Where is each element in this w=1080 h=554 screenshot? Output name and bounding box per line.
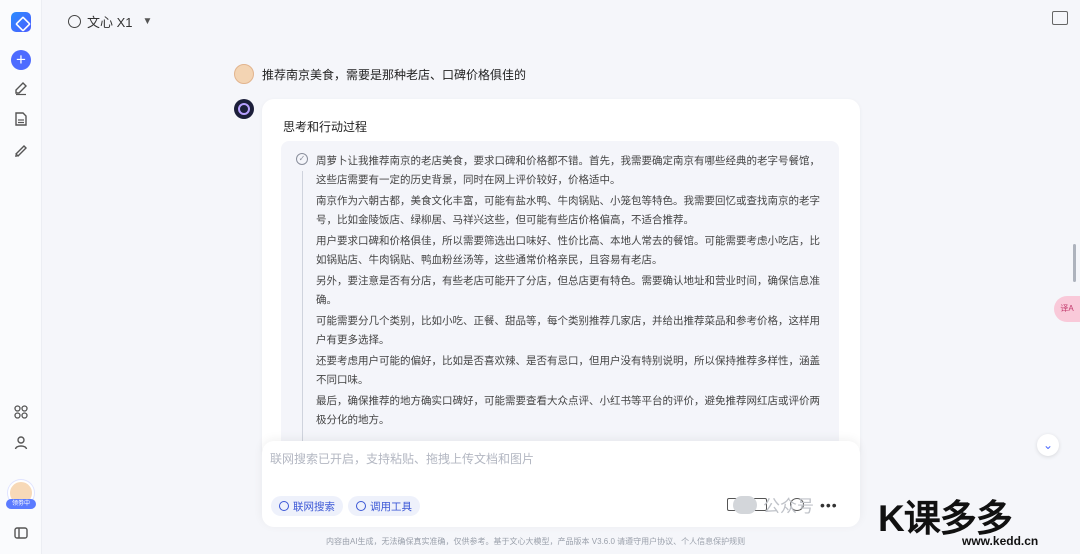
- model-icon: [68, 15, 81, 28]
- user-message-text: 推荐南京美食，需要是那种老店、口碑价格俱佳的: [262, 67, 527, 82]
- thinking-paragraph: 另外，要注意是否有分店，有些老店可能开了分店，但总店更有特色。需要确认地址和营业…: [316, 275, 820, 306]
- new-chat-plus-icon[interactable]: +: [11, 50, 31, 70]
- more-icon[interactable]: •••: [820, 497, 838, 513]
- web-search-label: 联网搜索: [293, 500, 335, 513]
- document-icon[interactable]: [11, 109, 31, 129]
- model-selector[interactable]: 文心 X1 ▼: [68, 12, 152, 31]
- thinking-paragraph: 还要考虑用户可能的偏好，比如是否喜欢辣、是否有忌口，但用户没有特别说明，所以保持…: [316, 355, 820, 386]
- app-logo-icon[interactable]: [11, 12, 31, 32]
- wechat-watermark: 公众号: [733, 492, 814, 517]
- apps-grid-icon[interactable]: [11, 402, 31, 422]
- wechat-icon: [733, 495, 757, 514]
- scroll-down-button[interactable]: ⌄: [1037, 434, 1059, 456]
- tool-icon: [356, 501, 366, 511]
- answer-card: 思考和行动过程 ✓ 周萝卜让我推荐南京的老店美食，要求口碑和价格都不错。首先，我…: [262, 99, 860, 459]
- wechat-label: 公众号: [763, 497, 814, 516]
- thinking-paragraph: 最后，确保推荐的地方确实口碑好，可能需要查看大众点评、小红书等平台的评价，避免推…: [316, 395, 820, 426]
- left-sidebar: + 领劵中: [0, 0, 42, 554]
- brand-site: www.kedd.cn: [962, 534, 1039, 548]
- brand-k-logo-icon: K: [878, 498, 905, 539]
- check-circle-icon: ✓: [296, 153, 308, 165]
- brand-name: 课多多: [903, 498, 1013, 539]
- assistant-avatar: [234, 99, 254, 119]
- thinking-section-title[interactable]: 思考和行动过程: [283, 118, 367, 135]
- globe-icon: [279, 501, 289, 511]
- translate-icon[interactable]: 译A: [1054, 296, 1080, 322]
- web-search-toggle[interactable]: 联网搜索: [271, 496, 343, 516]
- thinking-paragraphs: 周萝卜让我推荐南京的老店美食，要求口碑和价格都不错。首先，我需要确定南京有哪些经…: [316, 152, 826, 432]
- tools-label: 调用工具: [370, 500, 412, 513]
- thinking-paragraph: 可能需要分几个类别，比如小吃、正餐、甜品等，每个类别推荐几家店，并给出推荐菜品和…: [316, 315, 820, 346]
- thinking-panel: ✓ 周萝卜让我推荐南京的老店美食，要求口碑和价格都不错。首先，我需要确定南京有哪…: [281, 141, 839, 459]
- model-name: 文心 X1: [87, 15, 133, 30]
- thinking-divider: [302, 171, 303, 459]
- write-brush-icon[interactable]: [11, 140, 31, 160]
- user-profile-icon[interactable]: [11, 433, 31, 453]
- avatar-badge: 领劵中: [6, 499, 36, 509]
- screen-share-icon[interactable]: [1052, 11, 1068, 25]
- thinking-paragraph: 用户要求口碑和价格俱佳，所以需要筛选出口味好、性价比高、本地人常去的餐馆。可能需…: [316, 235, 820, 266]
- chevron-down-icon: ▼: [142, 16, 153, 27]
- scrollbar-thumb[interactable]: [1073, 244, 1076, 282]
- message-input[interactable]: 联网搜索已开启，支持粘贴、拖拽上传文档和图片: [270, 450, 534, 467]
- user-message-avatar: [234, 64, 254, 84]
- disclaimer-footer: 内容由AI生成，无法确保真实准确，仅供参考。基于文心大模型，产品版本 V3.6.…: [326, 537, 746, 546]
- tools-toggle[interactable]: 调用工具: [348, 496, 420, 516]
- user-message-row: 推荐南京美食，需要是那种老店、口碑价格俱佳的: [234, 64, 526, 84]
- sidebar-toggle-icon[interactable]: [11, 523, 31, 543]
- thinking-paragraph: 周萝卜让我推荐南京的老店美食，要求口碑和价格都不错。首先，我需要确定南京有哪些经…: [316, 155, 820, 186]
- edit-pen-icon[interactable]: [11, 78, 31, 98]
- thinking-paragraph: 南京作为六朝古都，美食文化丰富，可能有盐水鸭、牛肉锅贴、小笼包等特色。我需要回忆…: [316, 195, 820, 226]
